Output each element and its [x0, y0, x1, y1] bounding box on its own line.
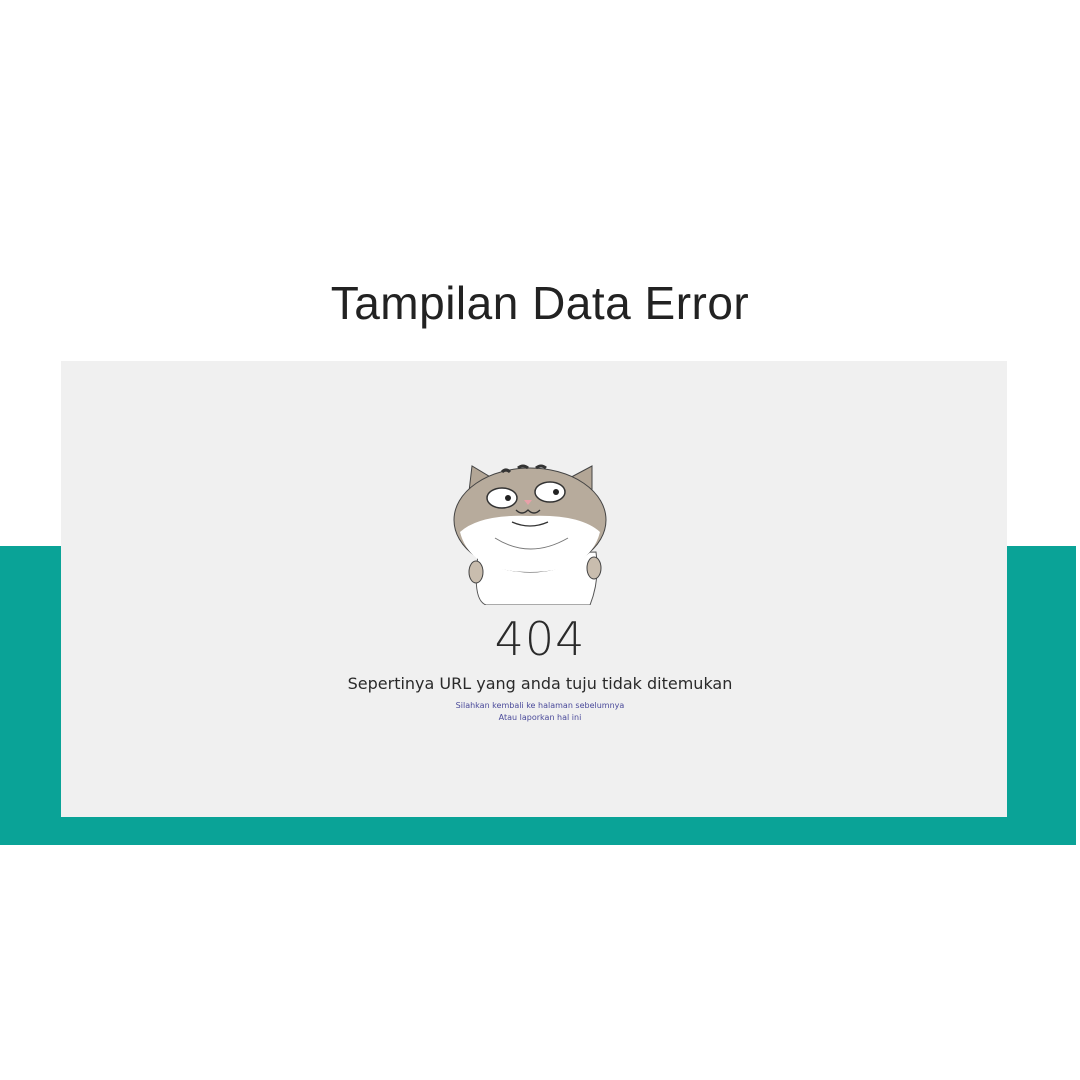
- cat-peeking-icon: [453, 464, 607, 605]
- error-code: 404: [494, 612, 586, 666]
- report-link[interactable]: Atau laporkan hal ini: [0, 713, 1080, 722]
- error-message: Sepertinya URL yang anda tuju tidak dite…: [347, 674, 733, 693]
- page-title: Tampilan Data Error: [330, 277, 750, 329]
- back-link[interactable]: Silahkan kembali ke halaman sebelumnya: [0, 701, 1080, 710]
- page: Tampilan Data Error 404 Sepertinya URL y…: [0, 0, 1080, 1080]
